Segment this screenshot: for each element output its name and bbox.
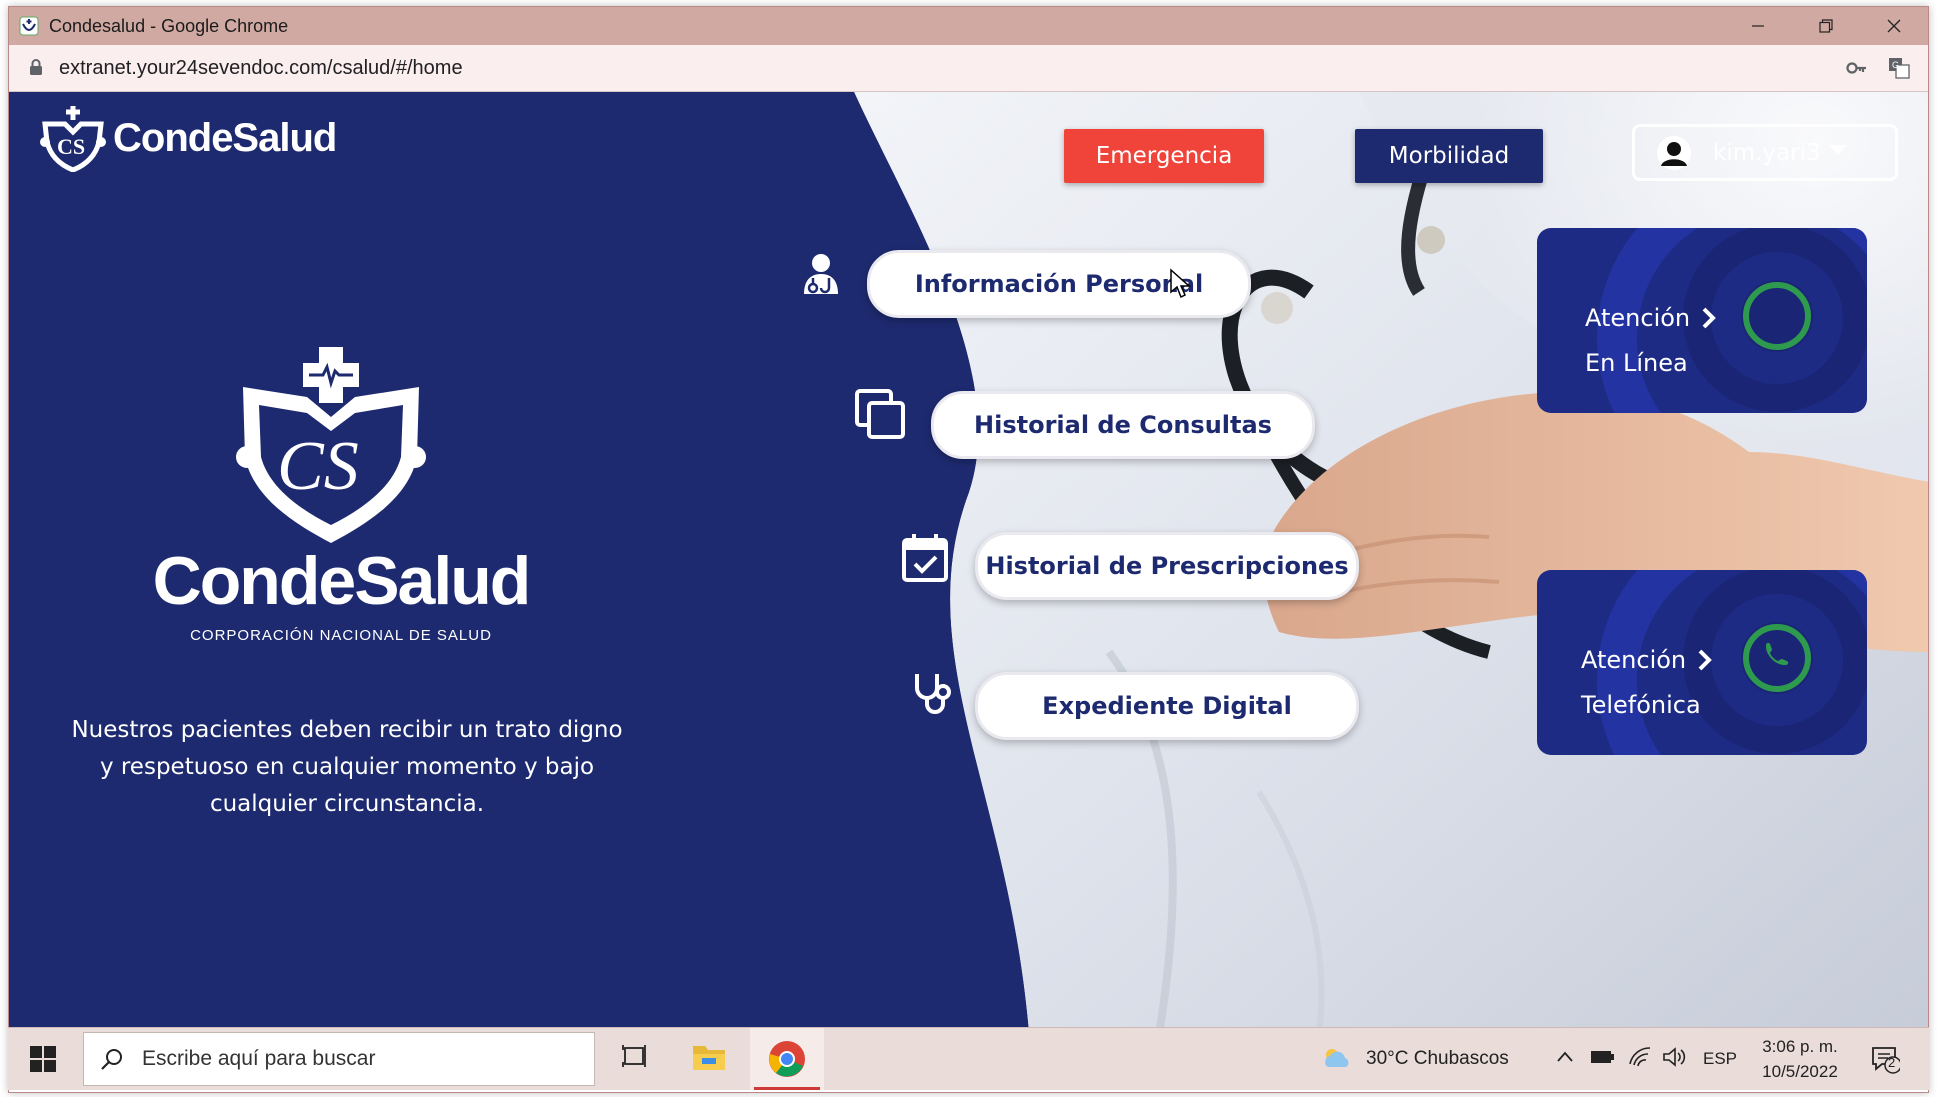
card-phone-line1: Atención [1581,646,1714,674]
menu-item-informacion-personal[interactable]: Información Personal [867,250,1251,318]
svg-text:CS: CS [277,428,359,505]
morbilidad-button[interactable]: Morbilidad [1355,129,1543,183]
site-favicon-icon [19,16,39,36]
volume-icon[interactable] [1662,1046,1688,1068]
card-online-line2: En Línea [1585,349,1688,377]
lock-icon[interactable] [29,59,43,76]
search-placeholder: Escribe aquí para buscar [142,1047,376,1070]
avatar-icon [1657,135,1691,170]
chrome-taskbar-button[interactable] [750,1028,824,1090]
notifications-button[interactable]: 2 [1870,1044,1902,1078]
chevron-down-icon [1828,144,1847,155]
windows-taskbar: Escribe aquí para buscar 30°C Chubascos [8,1027,1929,1090]
battery-icon[interactable] [1590,1048,1616,1066]
clock-date: 10/5/2022 [1762,1062,1838,1081]
chevron-right-icon [1702,307,1716,329]
weather-text[interactable]: 30°C Chubascos [1366,1028,1509,1090]
stethoscope-icon [915,674,951,714]
language-indicator[interactable]: ESP [1703,1028,1737,1090]
menu-item-expediente-digital[interactable]: Expediente Digital [975,672,1359,740]
url-text[interactable]: extranet.your24sevendoc.com/csalud/#/hom… [59,45,463,91]
emergencia-button[interactable]: Emergencia [1064,129,1264,183]
title-bar: Condesalud - Google Chrome [9,7,1928,45]
card-phone-line2: Telefónica [1581,691,1701,719]
phone-icon [1741,622,1813,694]
mouse-cursor [1170,268,1191,299]
restore-button[interactable] [1792,7,1860,45]
restore-icon [1819,19,1833,33]
system-clock[interactable]: 3:06 p. m. 10/5/2022 [1750,1034,1850,1084]
address-bar[interactable]: extranet.your24sevendoc.com/csalud/#/hom… [9,45,1928,92]
window-title: Condesalud - Google Chrome [49,16,289,36]
menu-item-historial-prescripciones[interactable]: Historial de Prescripciones [975,532,1359,600]
taskbar-search-input[interactable]: Escribe aquí para buscar [83,1032,595,1086]
minimize-button[interactable] [1724,7,1792,45]
user-doctor-icon [804,254,838,294]
username-label: kim.yari3 [1713,139,1821,166]
menu-item-historial-consultas[interactable]: Historial de Consultas [931,391,1315,459]
notification-count: 2 [1888,1055,1896,1070]
svg-text:G: G [1892,60,1899,70]
svg-text:CS: CS [57,134,85,159]
brand-logo[interactable]: CS CondeSalud [37,104,337,172]
condesalud-large-shield-icon: CS [236,347,426,543]
user-menu-dropdown[interactable]: kim.yari3 [1632,124,1898,181]
atencion-en-linea-card[interactable]: Atención En Línea [1537,228,1867,413]
weather-cloud-icon[interactable] [1320,1045,1352,1071]
browser-window: Condesalud - Google Chrome extranet.your… [8,6,1929,1093]
chevron-right-icon [1698,649,1712,671]
hero-logo-title: CondeSalud [152,543,532,619]
key-icon[interactable] [1846,58,1868,78]
copy-icon [855,389,905,439]
task-view-icon[interactable] [620,1042,650,1072]
condesalud-shield-icon: CS [40,106,106,172]
windows-start-icon[interactable] [30,1046,56,1072]
clock-time: 3:06 p. m. [1762,1037,1838,1056]
search-icon [101,1049,122,1070]
hero-logo-subtitle: CORPORACIÓN NACIONAL DE SALUD [190,627,492,644]
translate-icon[interactable]: G [1888,57,1910,79]
atencion-telefonica-card[interactable]: Atención Telefónica [1537,570,1867,755]
chevron-up-icon[interactable] [1556,1050,1574,1064]
close-icon [1887,19,1901,33]
minimize-icon [1752,25,1764,27]
ring-icon [1741,280,1813,352]
page-viewport: CS CondeSalud CS CondeSalud CORPORACIÓN … [9,92,1928,1034]
brand-name: CondeSalud [113,115,337,160]
hero-tagline: Nuestros pacientes deben recibir un trat… [71,717,623,817]
calendar-check-icon [902,534,948,582]
chrome-icon [769,1041,805,1077]
file-explorer-icon[interactable] [692,1042,726,1072]
close-button[interactable] [1860,7,1928,45]
wifi-icon[interactable] [1628,1046,1652,1068]
card-online-line1: Atención [1585,304,1718,332]
active-indicator [754,1087,820,1090]
notification-icon [1872,1047,1902,1074]
